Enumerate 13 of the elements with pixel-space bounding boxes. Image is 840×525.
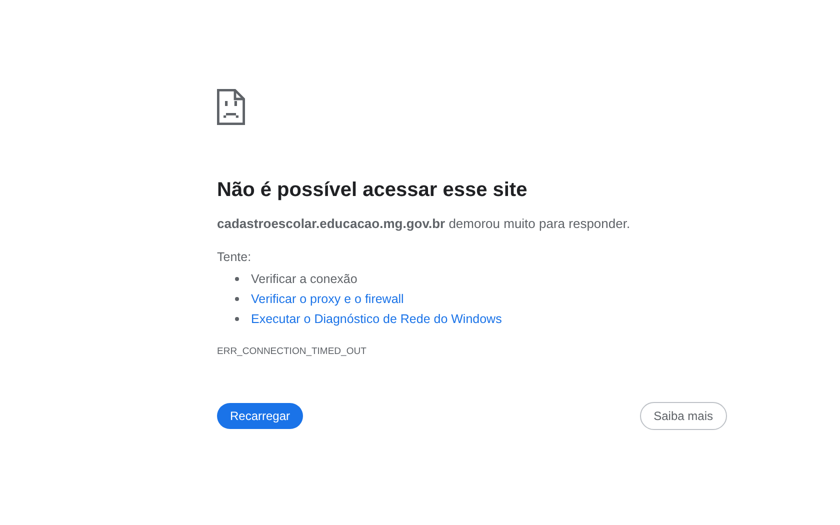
sad-page-icon [217, 89, 245, 125]
suggestions-heading: Tente: [217, 249, 252, 265]
error-code: ERR_CONNECTION_TIMED_OUT [217, 346, 368, 358]
bullet-icon [235, 317, 239, 321]
reload-button[interactable]: Recarregar [217, 403, 304, 429]
error-message: cadastroescolar.educacao.mg.gov.br demorou muito para responder. [217, 216, 632, 232]
error-title: Não é possível acessar esse site [217, 178, 528, 202]
suggestion-link[interactable]: Verificar o proxy e o firewall [251, 292, 404, 306]
suggestion-link[interactable]: Executar o Diagnóstico de Rede do Windows [251, 312, 502, 326]
bullet-icon [235, 277, 239, 281]
suggestion-text: Verificar a conexão [251, 272, 358, 286]
learn-more-button[interactable]: Saiba mais [640, 402, 727, 430]
bullet-icon [235, 297, 239, 301]
